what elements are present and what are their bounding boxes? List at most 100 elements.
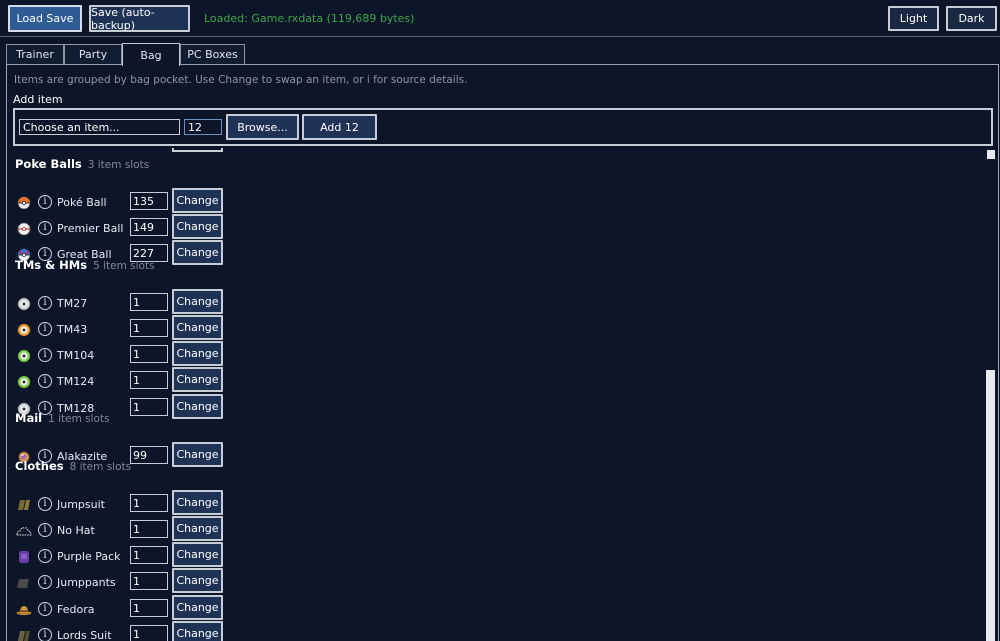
dark-theme-button[interactable]: Dark bbox=[946, 6, 997, 31]
change-item-button[interactable]: Change bbox=[172, 394, 223, 419]
scrollbar-thumb[interactable] bbox=[986, 370, 995, 641]
item-chooser-input[interactable]: Choose an item... bbox=[19, 119, 180, 135]
list-scrollbar[interactable] bbox=[985, 148, 996, 641]
add-quantity-input[interactable]: 12 bbox=[184, 119, 222, 135]
item-quantity-input[interactable]: 149 bbox=[130, 218, 168, 236]
item-quantity-input[interactable]: 1 bbox=[130, 398, 168, 416]
pocket-title: TMs & HMs 5 item slots bbox=[15, 258, 155, 272]
pocket-slot-count: 1 item slots bbox=[48, 413, 110, 425]
item-quantity-input[interactable]: 1 bbox=[130, 546, 168, 564]
change-item-button[interactable]: Change bbox=[172, 568, 223, 593]
bag-item-row: i Lords Suit 1 Change bbox=[0, 621, 240, 641]
pocket-name: Clothes bbox=[15, 459, 64, 473]
change-item-button[interactable]: Change bbox=[172, 289, 223, 314]
item-name: Purple Pack bbox=[57, 550, 121, 563]
bag-item-list: Poke Balls 3 item slots i Poké Ball 135 Chang… bbox=[0, 148, 985, 641]
jumpsuit-icon bbox=[16, 498, 32, 512]
info-icon[interactable]: i bbox=[38, 348, 52, 362]
tab-pc-boxes[interactable]: PC Boxes bbox=[180, 44, 245, 64]
tm-disc-icon bbox=[16, 323, 32, 337]
bag-item-row: i TM27 1 Change bbox=[0, 289, 240, 317]
change-item-button[interactable]: Change bbox=[172, 516, 223, 541]
change-item-button[interactable]: Change bbox=[172, 214, 223, 239]
pocket-title: Clothes 8 item slots bbox=[15, 459, 131, 473]
tm-disc-icon bbox=[16, 349, 32, 363]
tab-trainer[interactable]: Trainer bbox=[6, 44, 64, 64]
change-item-button[interactable]: Change bbox=[172, 490, 223, 515]
change-item-button[interactable]: Change bbox=[172, 240, 223, 265]
bag-item-row: i Fedora 1 Change bbox=[0, 595, 240, 623]
bag-item-row: i TM104 1 Change bbox=[0, 341, 240, 369]
change-item-button[interactable]: Change bbox=[172, 442, 223, 467]
item-quantity-input[interactable]: 1 bbox=[130, 599, 168, 617]
item-name: No Hat bbox=[57, 524, 95, 537]
bag-item-row: i TM124 1 Change bbox=[0, 367, 240, 395]
info-icon[interactable]: i bbox=[38, 523, 52, 537]
tm-disc-icon bbox=[16, 297, 32, 311]
info-icon[interactable]: i bbox=[38, 497, 52, 511]
item-name: Fedora bbox=[57, 603, 95, 616]
pocket-title: Poke Balls 3 item slots bbox=[15, 157, 149, 171]
item-name: Poké Ball bbox=[57, 196, 107, 209]
change-item-button[interactable]: Change bbox=[172, 595, 223, 620]
item-quantity-input[interactable]: 1 bbox=[130, 494, 168, 512]
item-name: Lords Suit bbox=[57, 629, 112, 641]
info-icon[interactable]: i bbox=[38, 296, 52, 310]
change-item-button[interactable]: Change bbox=[172, 188, 223, 213]
item-quantity-input[interactable]: 1 bbox=[130, 293, 168, 311]
poke-ball-icon bbox=[16, 196, 32, 210]
bag-item-row: i Purple Pack 1 Change bbox=[0, 542, 240, 570]
info-icon[interactable]: i bbox=[38, 549, 52, 563]
bag-item-row: i Jumpsuit 1 Change bbox=[0, 490, 240, 518]
item-quantity-input[interactable]: 1 bbox=[130, 520, 168, 538]
no-hat-icon bbox=[16, 524, 32, 538]
save-auto-backup-button[interactable]: Save (auto-backup) bbox=[89, 5, 190, 32]
toolbar-divider bbox=[0, 36, 1000, 37]
item-quantity-input[interactable]: 1 bbox=[130, 345, 168, 363]
tab-party[interactable]: Party bbox=[64, 44, 122, 64]
change-item-button[interactable]: Change bbox=[172, 315, 223, 340]
item-name: TM43 bbox=[57, 323, 88, 336]
change-item-button[interactable]: Change bbox=[172, 621, 223, 641]
info-icon[interactable]: i bbox=[38, 195, 52, 209]
info-icon[interactable]: i bbox=[38, 374, 52, 388]
item-quantity-input[interactable]: 135 bbox=[130, 192, 168, 210]
load-save-button[interactable]: Load Save bbox=[8, 5, 82, 32]
suit-icon bbox=[16, 629, 32, 641]
browse-button[interactable]: Browse... bbox=[226, 114, 299, 140]
info-icon[interactable]: i bbox=[38, 322, 52, 336]
add-item-button[interactable]: Add 12 bbox=[302, 114, 377, 140]
item-name: Jumppants bbox=[57, 576, 116, 589]
item-name: Premier Ball bbox=[57, 222, 124, 235]
pocket-slot-count: 8 item slots bbox=[69, 461, 132, 473]
load-status-text: Loaded: Game.rxdata (119,689 bytes) bbox=[204, 12, 415, 25]
pocket-name: Poke Balls bbox=[15, 157, 82, 171]
item-name: TM124 bbox=[57, 375, 95, 388]
change-item-button[interactable]: Change bbox=[172, 341, 223, 366]
scroll-up-arrow[interactable] bbox=[987, 150, 995, 159]
tab-bag[interactable]: Bag bbox=[122, 43, 180, 66]
item-quantity-input[interactable]: 1 bbox=[130, 572, 168, 590]
info-icon[interactable]: i bbox=[38, 575, 52, 589]
pocket-slot-count: 3 item slots bbox=[87, 159, 150, 171]
add-item-label: Add item bbox=[13, 93, 63, 106]
item-quantity-input[interactable]: 1 bbox=[130, 625, 168, 641]
item-quantity-input[interactable]: 1 bbox=[130, 319, 168, 337]
item-quantity-input[interactable]: 1 bbox=[130, 371, 168, 389]
bag-item-row: i Poké Ball 135 Change bbox=[0, 188, 240, 216]
info-icon[interactable]: i bbox=[38, 221, 52, 235]
item-name: TM27 bbox=[57, 297, 88, 310]
item-quantity-input[interactable]: 99 bbox=[130, 446, 168, 464]
tm-disc-icon bbox=[16, 375, 32, 389]
change-item-button[interactable]: Change bbox=[172, 367, 223, 392]
jumppants-icon bbox=[16, 576, 32, 590]
change-item-button[interactable]: Change bbox=[172, 542, 223, 567]
info-icon[interactable]: i bbox=[38, 628, 52, 641]
bag-item-row: i Premier Ball 149 Change bbox=[0, 214, 240, 242]
change-button-partial[interactable] bbox=[172, 148, 223, 152]
bag-item-row: i Jumppants 1 Change bbox=[0, 568, 240, 596]
pocket-name: Mail bbox=[15, 411, 43, 425]
purple-pack-icon bbox=[16, 550, 32, 564]
light-theme-button[interactable]: Light bbox=[888, 6, 939, 31]
info-icon[interactable]: i bbox=[38, 602, 52, 616]
